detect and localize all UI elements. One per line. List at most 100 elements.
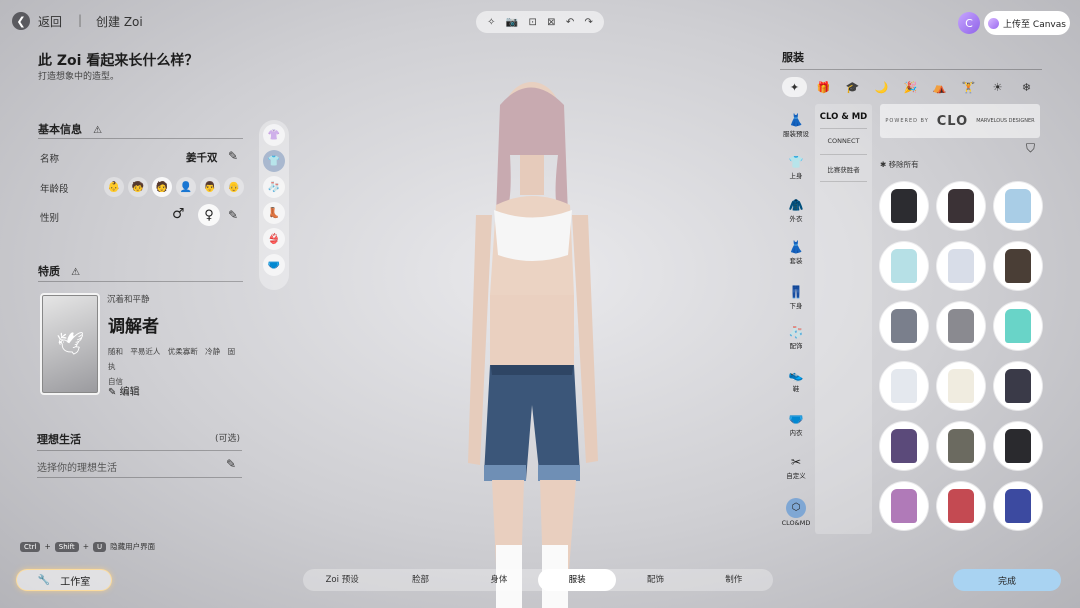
clothing-item[interactable] — [994, 182, 1042, 230]
clothing-item[interactable] — [937, 422, 985, 470]
nav-accessories[interactable]: 🧦 配饰 — [778, 325, 814, 350]
outfit-thumb-boots-icon[interactable]: 👢 — [263, 202, 285, 224]
nav-custom[interactable]: ✂ 自定义 — [778, 455, 814, 480]
outfit-thumb-shirt-icon[interactable]: 👕 — [263, 150, 285, 172]
coat-icon: 🧥 — [788, 198, 804, 212]
trait-card[interactable]: 🕊 — [40, 293, 100, 395]
outfit-thumb-underwear-icon[interactable]: 🩲 — [263, 254, 285, 276]
filter-icon[interactable]: ⛉ — [1026, 141, 1035, 156]
category-summer-icon[interactable]: ☀ — [985, 77, 1010, 97]
name-value: 姜千双 — [186, 152, 218, 164]
clothing-item[interactable] — [994, 302, 1042, 350]
nav-bottoms[interactable]: 👖 下身 — [778, 285, 814, 310]
category-all-icon[interactable]: ✦ — [782, 77, 807, 97]
outfit-thumb-socks-icon[interactable]: 🧦 — [263, 176, 285, 198]
basic-info-title: 基本信息 — [38, 123, 82, 136]
clothing-item[interactable] — [880, 422, 928, 470]
nav-tops[interactable]: 👕 上身 — [778, 155, 814, 180]
character-model[interactable] — [440, 75, 620, 608]
category-winter-icon[interactable]: ❄ — [1014, 77, 1039, 97]
clothing-item[interactable] — [880, 482, 928, 530]
done-button[interactable]: 完成 — [953, 569, 1061, 591]
trait-tag: 优柔寡断 — [167, 347, 198, 356]
breadcrumb: 创建 Zoi — [96, 15, 143, 29]
nav-full-outfits[interactable]: 👗 套装 — [778, 240, 814, 265]
contest-winners-item[interactable]: 比赛获胜者 — [815, 164, 872, 174]
bottom-tabs: Zoi 预设 脸部 身体 服装 配饰 制作 — [303, 569, 773, 591]
tab-face[interactable]: 脸部 — [381, 569, 459, 591]
category-athletic-icon[interactable]: 🏋 — [956, 77, 981, 97]
female-icon[interactable]: ♀ — [198, 204, 220, 226]
age-middle-icon[interactable]: 👨 — [200, 177, 220, 197]
canvas-avatar[interactable]: C — [958, 12, 980, 34]
age-adult-icon[interactable]: 👤 — [176, 177, 196, 197]
camera-icon[interactable]: 📷 — [506, 17, 518, 28]
tab-body[interactable]: 身体 — [460, 569, 538, 591]
clothing-item[interactable] — [937, 302, 985, 350]
undo-icon[interactable]: ↶ — [566, 17, 574, 28]
ideal-life-selector[interactable]: 选择你的理想生活 — [37, 459, 117, 474]
clothing-item[interactable] — [880, 242, 928, 290]
clothing-item[interactable] — [994, 482, 1042, 530]
preset-icon: 👗 — [788, 113, 804, 127]
tab-clothing[interactable]: 服装 — [537, 569, 617, 591]
nav-underwear[interactable]: 🩲 内衣 — [778, 412, 814, 437]
clothing-item-image — [891, 489, 917, 523]
edit-gender-icon[interactable]: ✎ — [228, 208, 238, 222]
studio-button[interactable]: 🔧 工作室 — [16, 569, 112, 591]
warning-icon[interactable]: ⚠ — [93, 125, 102, 136]
category-sleep-icon[interactable]: 🌙 — [869, 77, 894, 97]
key-ctrl: Ctrl — [20, 541, 41, 552]
frame-icon[interactable]: ⊡ — [529, 17, 537, 28]
nav-outerwear[interactable]: 🧥 外衣 — [778, 198, 814, 223]
clothing-item[interactable] — [937, 182, 985, 230]
category-party-icon[interactable]: 🎉 — [898, 77, 923, 97]
nav-label: 上身 — [789, 172, 803, 180]
nav-shoes[interactable]: 👟 鞋 — [778, 368, 814, 393]
clothing-item[interactable] — [994, 242, 1042, 290]
nav-outfit-presets[interactable]: 👗 服装预设 — [778, 113, 814, 138]
tab-zoi-preset[interactable]: Zoi 预设 — [303, 569, 381, 591]
male-icon[interactable]: ♂ — [172, 206, 185, 222]
tab-accessories[interactable]: 配饰 — [616, 569, 694, 591]
fullscreen-icon[interactable]: ⊠ — [547, 17, 555, 28]
clo-md-title[interactable]: CLO & MD — [815, 112, 872, 122]
outfit-thumb-top-icon[interactable]: 👚 — [263, 124, 285, 146]
clothing-item[interactable] — [994, 362, 1042, 410]
clothing-item[interactable] — [937, 242, 985, 290]
age-child-icon[interactable]: 🧒 — [128, 177, 148, 197]
tab-create[interactable]: 制作 — [695, 569, 773, 591]
optional-label: (可选) — [215, 434, 241, 444]
warning-icon[interactable]: ⚠ — [71, 267, 80, 278]
clothing-item-image — [948, 309, 974, 343]
sparkle-icon[interactable]: ✧ — [487, 17, 495, 28]
category-outdoor-icon[interactable]: ⛺ — [927, 77, 952, 97]
redo-icon[interactable]: ↷ — [584, 17, 592, 28]
age-young-adult-icon[interactable]: 🧑 — [152, 177, 172, 197]
back-icon[interactable]: ❮ — [12, 12, 30, 30]
divider — [37, 450, 242, 451]
edit-life-icon[interactable]: ✎ — [226, 457, 236, 471]
category-graduation-icon[interactable]: 🎓 — [840, 77, 865, 97]
breadcrumb-separator: | — [78, 13, 83, 27]
clothing-item[interactable] — [937, 362, 985, 410]
clothing-item[interactable] — [994, 422, 1042, 470]
age-baby-icon[interactable]: 👶 — [104, 177, 124, 197]
divider — [820, 181, 867, 182]
clothing-item[interactable] — [880, 362, 928, 410]
clothing-item-image — [1005, 429, 1031, 463]
edit-name-icon[interactable]: ✎ — [228, 149, 238, 163]
connect-item[interactable]: CONNECT — [815, 137, 872, 145]
clothing-item[interactable] — [937, 482, 985, 530]
outfit-thumb-swimwear-icon[interactable]: 👙 — [263, 228, 285, 250]
clothing-item[interactable] — [880, 302, 928, 350]
canvas-icon — [988, 17, 1000, 29]
remove-all-button[interactable]: ✱ 移除所有 — [880, 159, 919, 170]
age-elder-icon[interactable]: 👴 — [224, 177, 244, 197]
back-button[interactable]: 返回 — [38, 13, 62, 30]
clothing-item[interactable] — [880, 182, 928, 230]
upload-to-canvas-button[interactable]: 上传至 Canvas — [984, 11, 1070, 35]
nav-clo-md[interactable]: ⬡ CLO&MD — [778, 495, 814, 527]
edit-trait-button[interactable]: ✎ 编辑 — [108, 383, 140, 398]
category-gift-icon[interactable]: 🎁 — [811, 77, 836, 97]
